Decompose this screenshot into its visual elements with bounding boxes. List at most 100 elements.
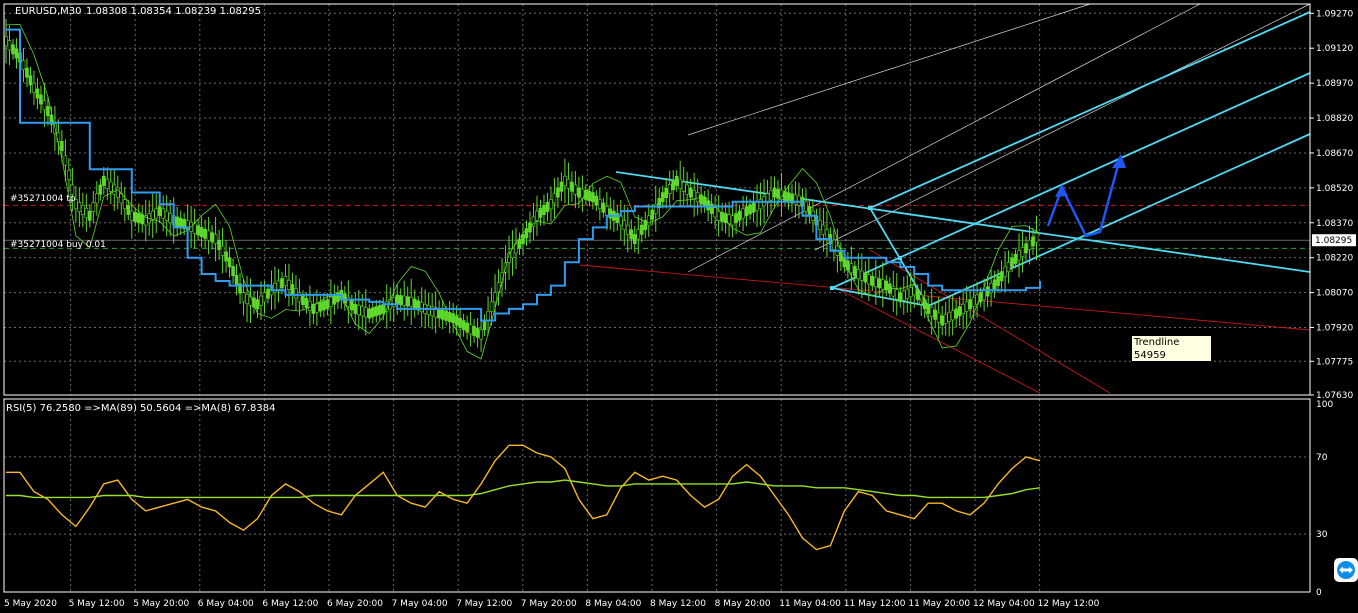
candle-body	[287, 280, 291, 290]
candle-body	[231, 266, 235, 277]
candle-body	[370, 307, 375, 318]
candle-body	[940, 315, 944, 326]
candle-body	[702, 196, 707, 207]
trendline-tooltip: Trendline 54959 1.07964	[1131, 335, 1212, 374]
candle-body	[280, 278, 284, 289]
candle-body	[1003, 266, 1007, 277]
candle-body	[821, 224, 826, 235]
candle-body	[46, 106, 50, 117]
candle-body	[70, 184, 75, 195]
chart-marks	[4, 19, 1041, 360]
candle-body	[957, 306, 962, 317]
candle-body	[671, 179, 676, 190]
rsi-title: RSI(5) 76.2580 =>MA(89) 50.5604 =>MA(8) …	[6, 403, 276, 414]
candle-body	[1013, 253, 1018, 264]
y-tick-label: 1.08820	[1316, 114, 1353, 124]
candle-body	[573, 184, 578, 195]
anchor-point	[868, 206, 872, 210]
y-tick-label: 1.08370	[1316, 219, 1353, 229]
candle-body	[105, 178, 110, 189]
candle-body	[461, 320, 466, 331]
candle-body	[1017, 250, 1021, 261]
candle-body	[681, 181, 686, 192]
candle-body	[947, 312, 951, 322]
candle-body	[538, 207, 543, 218]
candle-body	[961, 303, 965, 314]
candle-body	[294, 288, 298, 299]
pitchfork-line	[687, 3, 1091, 136]
candle-body	[81, 205, 85, 215]
candle-body	[11, 44, 15, 55]
x-tick-label: 7 May 12:00	[456, 599, 512, 609]
x-tick-label: 5 May 12:00	[69, 599, 125, 609]
candle-body	[28, 75, 33, 86]
candle-body	[549, 199, 553, 210]
candle-body	[598, 199, 602, 210]
x-tick-label: 11 May 04:00	[779, 599, 841, 609]
candle-body	[301, 295, 305, 306]
candle-body	[419, 302, 424, 313]
candle-body	[95, 193, 99, 204]
candle-body	[570, 181, 574, 192]
candle-body	[542, 205, 546, 215]
candle-body	[905, 288, 910, 299]
candle-body	[660, 192, 665, 203]
cyan-channel-line	[869, 11, 1311, 209]
x-tick-label: 12 May 04:00	[973, 599, 1035, 609]
candle-body	[863, 272, 868, 283]
candle-body	[88, 210, 92, 221]
candle-body	[982, 289, 986, 300]
candle-body	[175, 216, 179, 227]
candle-body	[552, 193, 557, 204]
y-tick-label: 1.08520	[1316, 184, 1353, 194]
candle-body	[716, 210, 721, 221]
candle-body	[874, 277, 878, 288]
candle-body	[849, 263, 854, 274]
candle-body	[7, 40, 12, 51]
candle-body	[210, 232, 214, 243]
cyan-channel-line	[831, 72, 1311, 289]
teamviewer-icon[interactable]	[1334, 558, 1358, 582]
candle-body	[196, 225, 200, 236]
candle-body	[678, 178, 682, 189]
order-label-tp: #35271004 tp	[10, 194, 76, 204]
candle-body	[353, 303, 358, 314]
candle-body	[398, 295, 403, 306]
candle-body	[1031, 236, 1035, 247]
candle-body	[688, 187, 693, 198]
candle-body	[741, 208, 745, 219]
candle-body	[936, 312, 941, 323]
candle-body	[968, 299, 972, 310]
current-price-label: 1.08295	[1315, 236, 1352, 246]
candle-body	[60, 141, 64, 151]
candle-body	[255, 299, 260, 310]
candle-body	[440, 309, 445, 320]
candle-body	[856, 269, 861, 279]
candle-body	[224, 251, 228, 262]
order-label-buy: #35271004 buy 0.01	[10, 240, 106, 250]
y-tick-label: 1.08970	[1316, 79, 1353, 89]
candle-body	[619, 215, 623, 226]
candle-body	[748, 204, 752, 215]
candle-body	[804, 201, 808, 212]
candle-body	[21, 60, 26, 71]
candle-body	[674, 175, 679, 186]
candle-body	[381, 303, 386, 314]
candle-body	[357, 305, 361, 316]
trendline-tooltip-value: 1.07964	[1134, 363, 1176, 374]
candle-body	[227, 257, 232, 268]
candle-body	[870, 276, 875, 286]
candle-body	[933, 309, 938, 320]
x-tick-label: 11 May 20:00	[908, 599, 970, 609]
candle-body	[867, 274, 871, 285]
candle-body	[409, 296, 414, 307]
candle-body	[625, 224, 630, 235]
candle-body	[751, 202, 756, 213]
candle-body	[996, 276, 1000, 286]
candle-body	[825, 229, 829, 240]
candle-body	[646, 215, 651, 226]
candle-body	[213, 234, 218, 245]
candle-body	[832, 239, 836, 250]
candle-body	[566, 178, 571, 189]
candle-body	[479, 329, 483, 340]
